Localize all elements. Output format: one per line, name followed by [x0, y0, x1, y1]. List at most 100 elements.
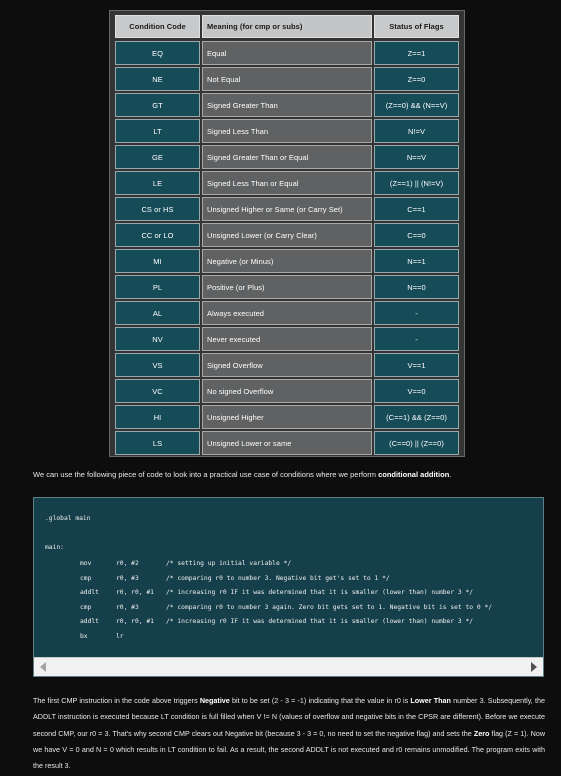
condition-code-cell: NE: [115, 67, 200, 91]
table-row: CC or LO Unsigned Lower (or Carry Clear) C…: [114, 222, 460, 248]
meaning-cell: Negative (or Minus): [202, 249, 373, 273]
table-row: VS Signed Overflow V==1: [114, 352, 460, 378]
table-row: AL Always executed -: [114, 300, 460, 326]
flags-cell: N==0: [374, 275, 460, 299]
condition-code-cell: HI: [115, 405, 200, 429]
code-mnemonic: cmp: [80, 574, 92, 582]
scrollbar-thumb[interactable]: [52, 662, 523, 672]
table-row: GE Signed Greater Than or Equal N==V: [114, 144, 460, 170]
condition-code-cell: VS: [115, 353, 200, 377]
flags-cell: Z==0: [374, 67, 460, 91]
para-bold-2: Lower Than: [410, 696, 451, 705]
code-area: .global main main: mov r0, #2 /* setting u…: [34, 498, 543, 658]
para-bold-1: Negative: [199, 696, 230, 705]
meaning-cell: Unsigned Lower or same: [202, 431, 373, 455]
code-operands: r0, r0, #1: [116, 618, 154, 626]
code-mnemonic: mov: [80, 560, 92, 567]
code-operands: r0, #2: [116, 560, 139, 567]
table-row: NV Never executed -: [114, 326, 460, 352]
meaning-cell: Unsigned Higher: [202, 405, 373, 429]
code-operands: r0, #3: [116, 574, 139, 582]
meaning-cell: Signed Less Than: [202, 119, 373, 143]
table-row: MI Negative (or Minus) N==1: [114, 248, 460, 274]
para-bold-3: Zero: [473, 728, 490, 738]
condition-code-cell: NV: [115, 327, 200, 351]
flags-cell: N==1: [374, 249, 460, 273]
table-row: HI Unsigned Higher (C==1) && (Z==0): [114, 404, 460, 430]
code-comment: /* comparing r0 to number 3. Negative bi…: [166, 574, 390, 582]
code-directive: .global main: [45, 515, 91, 522]
intro-text-main: We can use the following piece of code t…: [33, 470, 379, 479]
table-row: CS or HS Unsigned Higher or Same (or Carr…: [114, 196, 460, 222]
code-mnemonic: addlt: [80, 589, 99, 597]
table-header-row: Condition Code Meaning (for cmp or subs)…: [114, 14, 460, 39]
condition-code-cell: PL: [115, 275, 200, 299]
flags-cell: C==1: [374, 197, 460, 221]
table-row: EQ Equal Z==1: [114, 40, 460, 66]
code-operands: lr: [116, 633, 124, 640]
condition-code-cell: LS: [115, 431, 200, 455]
code-comment: /* increasing r0 IF it was determined th…: [166, 618, 474, 626]
code-mnemonic: bx: [80, 633, 88, 640]
flags-cell: Z==1: [374, 41, 460, 65]
header-status-of-flags: Status of Flags: [374, 15, 460, 38]
intro-text: We can use the following piece of code t…: [33, 470, 451, 479]
condition-code-cell: CS or HS: [115, 197, 200, 221]
meaning-cell: Unsigned Lower (or Carry Clear): [202, 223, 373, 247]
table-row: LT Signed Less Than N!=V: [114, 118, 460, 144]
condition-code-cell: VC: [115, 379, 200, 403]
flags-cell: -: [374, 327, 460, 351]
code-comment: /* setting up initial variable */: [166, 560, 292, 567]
para-text-2: bit to be set (2 - 3 = -1) indicating th…: [229, 696, 411, 705]
flags-cell: N==V: [374, 145, 460, 169]
flags-cell: (C==0) || (Z==0): [374, 431, 460, 455]
flags-cell: C==0: [374, 223, 460, 247]
meaning-cell: Positive (or Plus): [202, 275, 373, 299]
code-mnemonic: addlt: [80, 618, 99, 626]
table-row: VC No signed Overflow V==0: [114, 378, 460, 404]
condition-code-cell: EQ: [115, 41, 200, 65]
explanation-paragraph: The first CMP instruction in the code ab…: [33, 693, 545, 774]
condition-code-cell: LE: [115, 171, 200, 195]
meaning-cell: Signed Less Than or Equal: [202, 171, 373, 195]
flags-cell: V==0: [374, 379, 460, 403]
meaning-cell: Always executed: [202, 301, 373, 325]
condition-code-cell: GE: [115, 145, 200, 169]
table-row: LS Unsigned Lower or same (C==0) || (Z==0): [114, 430, 460, 456]
meaning-cell: Never executed: [202, 327, 373, 351]
code-block[interactable]: .global main main: mov r0, #2 /* setting u…: [33, 497, 544, 677]
condition-code-cell: LT: [115, 119, 200, 143]
meaning-cell: Unsigned Higher or Same (or Carry Set): [202, 197, 373, 221]
meaning-cell: Signed Greater Than: [202, 93, 373, 117]
code-comment: /* comparing r0 to number 3 again. Zero …: [166, 603, 493, 611]
flags-cell: V==1: [374, 353, 460, 377]
meaning-cell: Equal: [202, 41, 373, 65]
meaning-cell: No signed Overflow: [202, 379, 373, 403]
condition-code-cell: MI: [115, 249, 200, 273]
meaning-cell: Signed Greater Than or Equal: [202, 145, 373, 169]
table-row: NE Not Equal Z==0: [114, 66, 460, 92]
flags-cell: (C==1) && (Z==0): [374, 405, 460, 429]
code-comment: /* increasing r0 IF it was determined th…: [166, 589, 474, 597]
condition-code-table: Condition Code Meaning (for cmp or subs)…: [109, 10, 465, 457]
header-condition-code: Condition Code: [115, 15, 200, 38]
table-row: LE Signed Less Than or Equal (Z==1) || (N!…: [114, 170, 460, 196]
flags-cell: (Z==0) && (N==V): [374, 93, 460, 117]
code-mnemonic: cmp: [80, 603, 92, 611]
horizontal-scrollbar[interactable]: [34, 657, 543, 676]
code-operands: r0, r0, #1: [116, 589, 154, 597]
intro-text-end: .: [449, 470, 452, 479]
table-row: PL Positive (or Plus) N==0: [114, 274, 460, 300]
meaning-cell: Not Equal: [202, 67, 373, 91]
table-body: EQ Equal Z==1 NE Not Equal Z==0 GT Signed Great…: [114, 40, 460, 456]
flags-cell: (Z==1) || (N!=V): [374, 171, 460, 195]
meaning-cell: Signed Overflow: [202, 353, 373, 377]
triangle-left-icon[interactable]: [40, 662, 46, 672]
table-row: GT Signed Greater Than (Z==0) && (N==V): [114, 92, 460, 118]
triangle-right-icon[interactable]: [531, 662, 537, 672]
flags-cell: -: [374, 301, 460, 325]
intro-text-bold: conditional addition: [378, 470, 450, 479]
para-text-1: The first CMP instruction in the code ab…: [33, 696, 200, 705]
code-label: main:: [45, 544, 64, 551]
flags-cell: N!=V: [374, 119, 460, 143]
